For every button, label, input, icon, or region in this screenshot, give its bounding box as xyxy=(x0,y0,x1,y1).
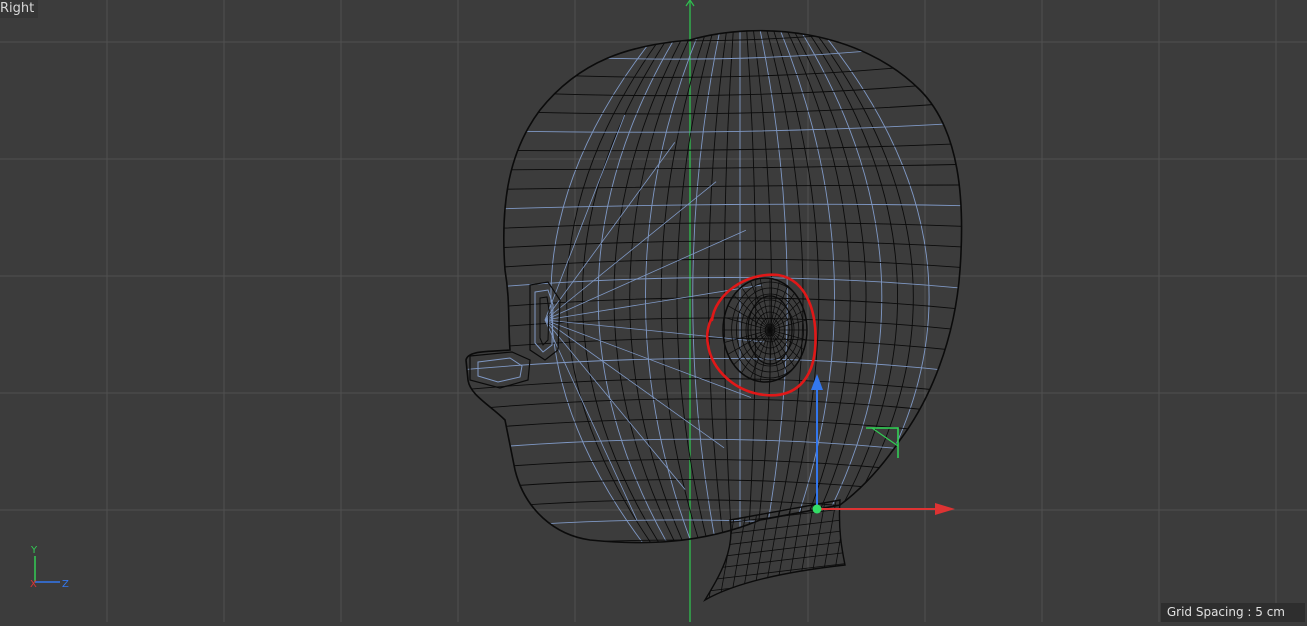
viewport-canvas[interactable]: Y X Z xyxy=(0,0,1307,622)
viewport-grid xyxy=(0,0,1307,622)
axis-orientation-gizmo: Y X Z xyxy=(30,545,69,590)
view-name-label[interactable]: Right xyxy=(0,0,39,18)
gizmo-y-label: Y xyxy=(30,545,38,556)
3d-viewport[interactable]: Y X Z Right Grid Spacing : 5 cm xyxy=(0,0,1307,622)
eye-socket-mesh[interactable] xyxy=(469,281,561,389)
manipulator-y-arrow-icon[interactable] xyxy=(811,374,823,390)
manipulator-center-handle[interactable] xyxy=(812,504,822,514)
grid-spacing-label: Grid Spacing : 5 cm xyxy=(1160,603,1305,622)
gizmo-x-label: X xyxy=(30,579,37,590)
manipulator-z-arrow-icon[interactable] xyxy=(935,503,955,515)
ear-mesh[interactable] xyxy=(720,270,820,390)
neck-mesh[interactable] xyxy=(685,495,850,610)
gizmo-z-label: Z xyxy=(62,579,69,590)
